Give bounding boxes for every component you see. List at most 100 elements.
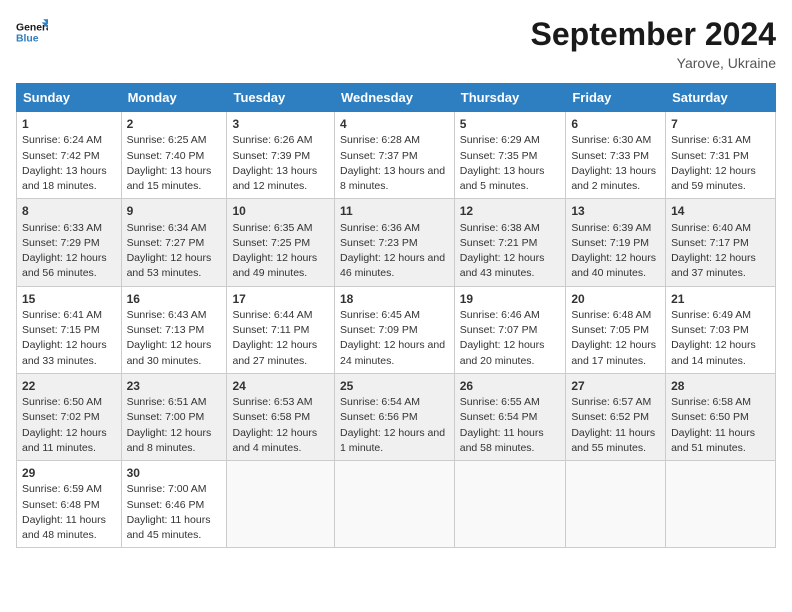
logo: General Blue bbox=[16, 16, 48, 48]
column-header-saturday: Saturday bbox=[666, 84, 776, 112]
calendar-cell bbox=[454, 461, 566, 548]
sunset-label: Sunset: 6:52 PM bbox=[571, 411, 649, 423]
cell-content-day-20: 20Sunrise: 6:48 AMSunset: 7:05 PMDayligh… bbox=[571, 291, 660, 369]
calendar-cell: 16Sunrise: 6:43 AMSunset: 7:13 PMDayligh… bbox=[121, 286, 227, 373]
day-number: 4 bbox=[340, 116, 449, 133]
daylight-label: Daylight: 12 hours and 11 minutes. bbox=[22, 427, 107, 454]
cell-content-day-24: 24Sunrise: 6:53 AM Sunset: 6:58 PM Dayligh… bbox=[232, 378, 329, 456]
daylight-label: Daylight: 13 hours and 12 minutes. bbox=[232, 165, 317, 192]
cell-content-day-5: 5Sunrise: 6:29 AMSunset: 7:35 PMDaylight… bbox=[460, 116, 561, 194]
day-number: 12 bbox=[460, 203, 561, 220]
sunrise-label: Sunrise: 6:35 AM bbox=[232, 222, 312, 234]
daylight-label: Daylight: 12 hours and 27 minutes. bbox=[232, 339, 317, 366]
daylight-label: Daylight: 12 hours and 8 minutes. bbox=[127, 427, 212, 454]
calendar-cell: 22Sunrise: 6:50 AMSunset: 7:02 PMDayligh… bbox=[17, 373, 122, 460]
daylight-label: Daylight: 11 hours and 51 minutes. bbox=[671, 427, 755, 454]
cell-content-day-26: 26Sunrise: 6:55 AMSunset: 6:54 PMDayligh… bbox=[460, 378, 561, 456]
day-number: 9 bbox=[127, 203, 222, 220]
day-number: 8 bbox=[22, 203, 116, 220]
day-number: 17 bbox=[232, 291, 329, 308]
sunrise-label: Sunrise: 6:58 AM bbox=[671, 396, 751, 408]
cell-content-day-11: 11Sunrise: 6:36 AMSunset: 7:23 PMDayligh… bbox=[340, 203, 449, 281]
sunset-label: Sunset: 7:21 PM bbox=[460, 237, 538, 249]
daylight-label: Daylight: 12 hours and 30 minutes. bbox=[127, 339, 212, 366]
day-number: 14 bbox=[671, 203, 770, 220]
calendar-cell: 26Sunrise: 6:55 AMSunset: 6:54 PMDayligh… bbox=[454, 373, 566, 460]
sunrise-label: Sunrise: 6:54 AM bbox=[340, 396, 420, 408]
cell-content-day-4: 4Sunrise: 6:28 AMSunset: 7:37 PMDaylight… bbox=[340, 116, 449, 194]
calendar-cell: 9Sunrise: 6:34 AMSunset: 7:27 PMDaylight… bbox=[121, 199, 227, 286]
daylight-label: Daylight: 12 hours and 1 minute. bbox=[340, 427, 445, 454]
sunset-label: Sunset: 7:15 PM bbox=[22, 324, 100, 336]
sunrise-label: Sunrise: 7:00 AM bbox=[127, 483, 207, 495]
calendar-cell: 6Sunrise: 6:30 AMSunset: 7:33 PMDaylight… bbox=[566, 112, 666, 199]
week-row-4: 22Sunrise: 6:50 AMSunset: 7:02 PMDayligh… bbox=[17, 373, 776, 460]
sunrise-label: Sunrise: 6:51 AM bbox=[127, 396, 207, 408]
sunset-label: Sunset: 7:35 PM bbox=[460, 150, 538, 162]
daylight-label: Daylight: 12 hours and 4 minutes. bbox=[232, 427, 317, 454]
day-number: 23 bbox=[127, 378, 222, 395]
sunrise-label: Sunrise: 6:30 AM bbox=[571, 134, 651, 146]
cell-content-day-14: 14 Sunrise: 6:40 AM Sunset: 7:17 PM Dayligh… bbox=[671, 203, 770, 281]
sunset-label: Sunset: 7:42 PM bbox=[22, 150, 100, 162]
calendar-cell: 10Sunrise: 6:35 AMSunset: 7:25 PMDayligh… bbox=[227, 199, 335, 286]
sunset-label: Sunset: 7:03 PM bbox=[671, 324, 749, 336]
column-header-sunday: Sunday bbox=[17, 84, 122, 112]
sunrise-label: Sunrise: 6:26 AM bbox=[232, 134, 312, 146]
day-number: 18 bbox=[340, 291, 449, 308]
column-header-tuesday: Tuesday bbox=[227, 84, 335, 112]
calendar-cell: 2Sunrise: 6:25 AMSunset: 7:40 PMDaylight… bbox=[121, 112, 227, 199]
sunrise-label: Sunrise: 6:53 AM bbox=[232, 396, 312, 408]
calendar-cell: 18Sunrise: 6:45 AMSunset: 7:09 PMDayligh… bbox=[334, 286, 454, 373]
sunrise-label: Sunrise: 6:28 AM bbox=[340, 134, 420, 146]
column-header-monday: Monday bbox=[121, 84, 227, 112]
daylight-label: Daylight: 12 hours and 33 minutes. bbox=[22, 339, 107, 366]
sunrise-label: Sunrise: 6:43 AM bbox=[127, 309, 207, 321]
sunrise-label: Sunrise: 6:59 AM bbox=[22, 483, 102, 495]
sunrise-label: Sunrise: 6:55 AM bbox=[460, 396, 540, 408]
daylight-label: Daylight: 12 hours and 37 minutes. bbox=[671, 252, 756, 279]
calendar-cell bbox=[334, 461, 454, 548]
cell-content-day-3: 3Sunrise: 6:26 AMSunset: 7:39 PMDaylight… bbox=[232, 116, 329, 194]
day-number: 28 bbox=[671, 378, 770, 395]
sunset-label: Sunset: 7:05 PM bbox=[571, 324, 649, 336]
calendar-cell: 13Sunrise: 6:39 AMSunset: 7:19 PMDayligh… bbox=[566, 199, 666, 286]
day-number: 22 bbox=[22, 378, 116, 395]
cell-content-day-25: 25Sunrise: 6:54 AMSunset: 6:56 PMDayligh… bbox=[340, 378, 449, 456]
calendar-cell: 1Sunrise: 6:24 AMSunset: 7:42 PMDaylight… bbox=[17, 112, 122, 199]
cell-content-day-12: 12Sunrise: 6:38 AMSunset: 7:21 PMDayligh… bbox=[460, 203, 561, 281]
daylight-label: Daylight: 12 hours and 40 minutes. bbox=[571, 252, 656, 279]
sunset-label: Sunset: 6:58 PM bbox=[232, 411, 310, 423]
svg-text:Blue: Blue bbox=[16, 34, 39, 45]
calendar-cell bbox=[227, 461, 335, 548]
sunrise-label: Sunrise: 6:34 AM bbox=[127, 222, 207, 234]
sunset-label: Sunset: 7:33 PM bbox=[571, 150, 649, 162]
day-number: 1 bbox=[22, 116, 116, 133]
month-title: September 2024 bbox=[531, 16, 776, 53]
cell-content-day-28: 28Sunrise: 6:58 AMSunset: 6:50 PMDayligh… bbox=[671, 378, 770, 456]
sunset-label: Sunset: 7:19 PM bbox=[571, 237, 649, 249]
sunset-label: Sunset: 7:02 PM bbox=[22, 411, 100, 423]
cell-content-day-15: 15Sunrise: 6:41 AMSunset: 7:15 PMDayligh… bbox=[22, 291, 116, 369]
cell-content-day-27: 27Sunrise: 6:57 AMSunset: 6:52 PMDayligh… bbox=[571, 378, 660, 456]
day-number: 24 bbox=[232, 378, 329, 395]
calendar-cell: 17Sunrise: 6:44 AMSunset: 7:11 PMDayligh… bbox=[227, 286, 335, 373]
day-number: 15 bbox=[22, 291, 116, 308]
calendar-cell: 3Sunrise: 6:26 AMSunset: 7:39 PMDaylight… bbox=[227, 112, 335, 199]
day-number: 19 bbox=[460, 291, 561, 308]
cell-content-day-10: 10Sunrise: 6:35 AMSunset: 7:25 PMDayligh… bbox=[232, 203, 329, 281]
sunset-label: Sunset: 7:25 PM bbox=[232, 237, 310, 249]
daylight-label: Daylight: 12 hours and 53 minutes. bbox=[127, 252, 212, 279]
day-number: 20 bbox=[571, 291, 660, 308]
sunrise-label: Sunrise: 6:40 AM bbox=[671, 222, 751, 234]
sunset-label: Sunset: 7:23 PM bbox=[340, 237, 418, 249]
column-header-friday: Friday bbox=[566, 84, 666, 112]
cell-content-day-30: 30Sunrise: 7:00 AMSunset: 6:46 PMDayligh… bbox=[127, 465, 222, 543]
calendar-cell: 8Sunrise: 6:33 AMSunset: 7:29 PMDaylight… bbox=[17, 199, 122, 286]
week-row-2: 8Sunrise: 6:33 AMSunset: 7:29 PMDaylight… bbox=[17, 199, 776, 286]
cell-content-day-17: 17Sunrise: 6:44 AMSunset: 7:11 PMDayligh… bbox=[232, 291, 329, 369]
day-number: 21 bbox=[671, 291, 770, 308]
calendar-cell: 27Sunrise: 6:57 AMSunset: 6:52 PMDayligh… bbox=[566, 373, 666, 460]
sunrise-label: Sunrise: 6:46 AM bbox=[460, 309, 540, 321]
sunset-label: Sunset: 7:17 PM bbox=[671, 237, 749, 249]
